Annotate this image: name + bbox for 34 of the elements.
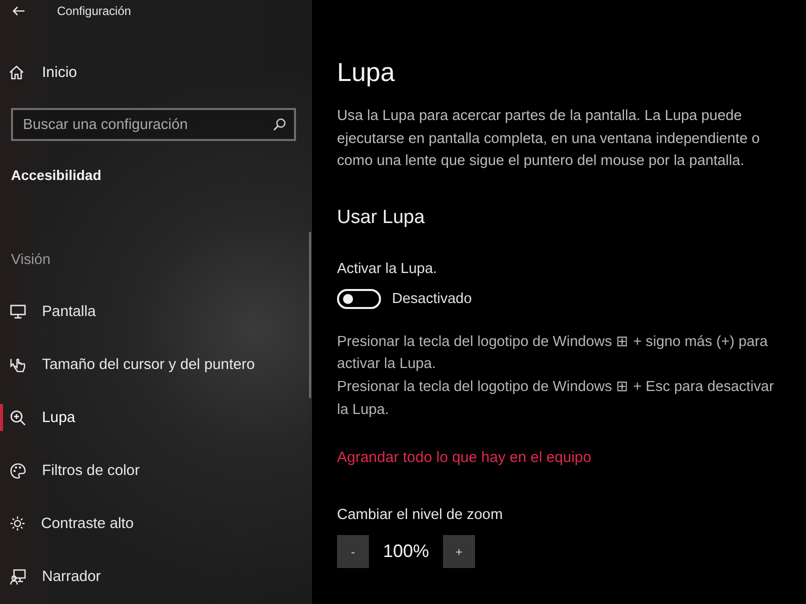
palette-icon bbox=[10, 462, 26, 478]
shortcut-hint-text: Presionar la tecla del logotipo de Windows ⊞ + signo más (+) para activar la Lupa. bbox=[337, 332, 769, 374]
scrollbar-thumb[interactable] bbox=[309, 232, 311, 398]
zoom-value: 100% bbox=[383, 541, 430, 562]
section-heading: Accesibilidad bbox=[11, 166, 102, 185]
nav-item[interactable]: Lupa bbox=[0, 391, 300, 444]
home-icon bbox=[9, 64, 24, 80]
toggle-switch[interactable] bbox=[337, 288, 381, 308]
nav-item[interactable]: Filtros de color bbox=[0, 444, 300, 497]
home-link[interactable]: Inicio bbox=[0, 52, 88, 92]
group-heading: Visión bbox=[11, 251, 50, 270]
zoom-label: Cambiar el nivel de zoom bbox=[337, 506, 503, 526]
page-title: Lupa bbox=[337, 56, 395, 89]
sun-icon bbox=[10, 516, 25, 531]
nav-item[interactable]: Narrador bbox=[0, 550, 300, 603]
window-title: Configuración bbox=[57, 4, 132, 18]
zoom-in-button[interactable]: + bbox=[443, 535, 476, 568]
search-icon bbox=[273, 118, 286, 131]
nav-item[interactable]: Contraste alto bbox=[0, 497, 300, 550]
toggle-state-text: Desactivado bbox=[392, 290, 472, 306]
zoom-in-icon bbox=[10, 410, 26, 426]
toggle-label: Activar la Lupa. bbox=[337, 260, 437, 278]
shortcut-hint-text: Presionar la tecla del logotipo de Windows ⊞ + Esc para desactivar la Lupa. bbox=[337, 378, 775, 420]
nav-item[interactable]: Pantalla bbox=[0, 285, 300, 338]
magnify-link[interactable]: Agrandar todo lo que hay en el equipo bbox=[337, 448, 592, 468]
nav-item[interactable]: Tamaño del cursor y del puntero bbox=[0, 338, 300, 391]
section-heading: Usar Lupa bbox=[337, 206, 425, 230]
back-arrow-icon[interactable] bbox=[12, 6, 25, 16]
monitor-person-icon bbox=[10, 568, 26, 584]
zoom-out-button[interactable]: - bbox=[337, 535, 369, 568]
search-field[interactable]: Buscar una configuración bbox=[11, 108, 296, 141]
monitor-icon bbox=[10, 304, 26, 319]
pointer-hand-icon bbox=[10, 356, 26, 372]
description-text: Usa la Lupa para acercar partes de la pantalla. La Lupa puede ejecutarse en pantalla completa, en una ventana independiente o como una lente que sigue el puntero del mouse por la pantalla. bbox=[337, 107, 761, 171]
